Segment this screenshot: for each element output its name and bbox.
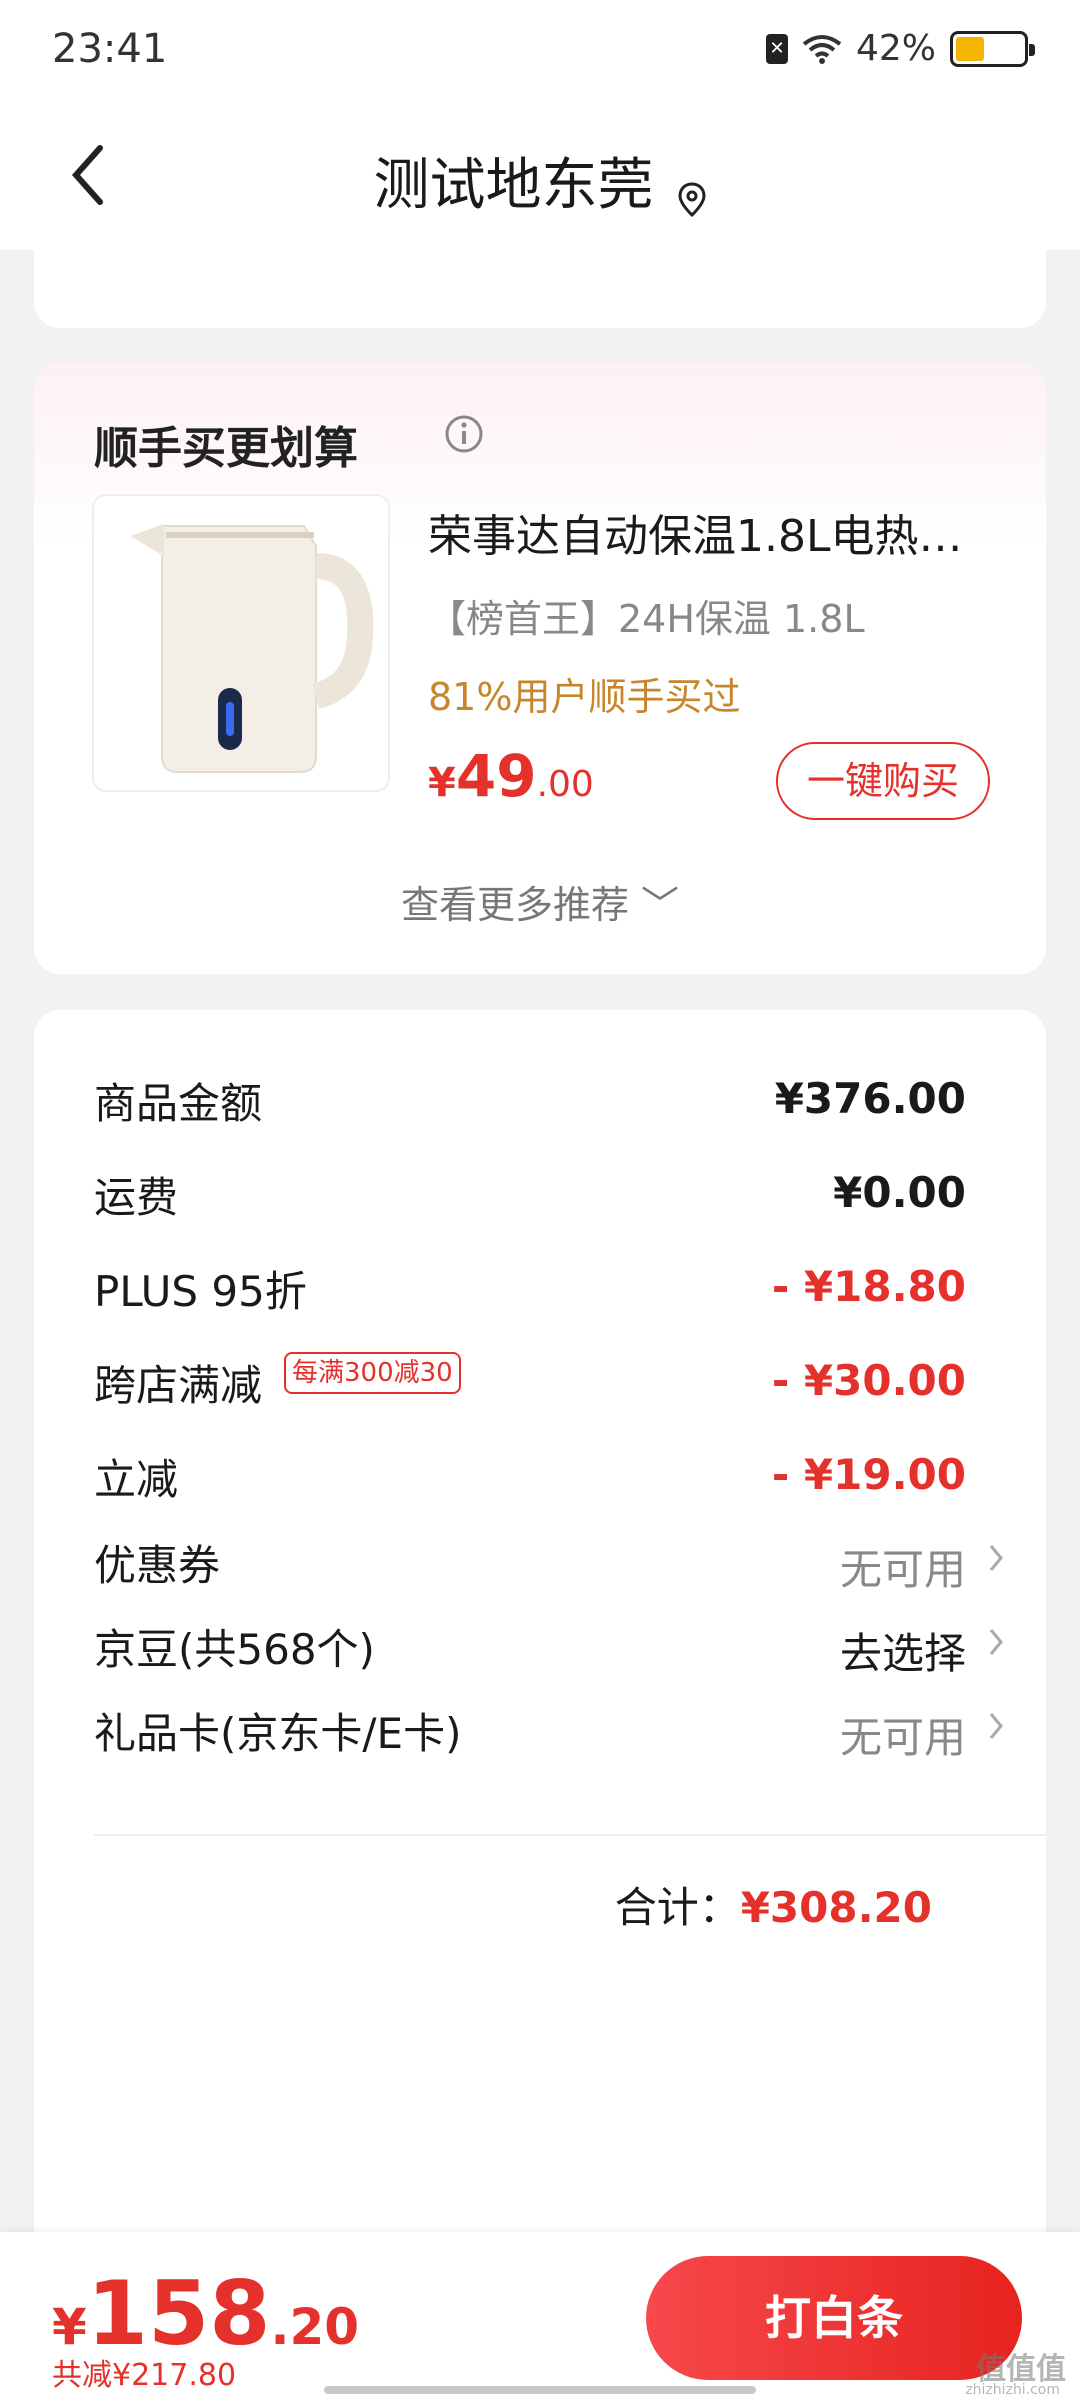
row-value: ¥376.00 [774,1074,966,1123]
row-value: - ¥18.80 [771,1262,966,1311]
product-hint: 81%用户顺手买过 [428,675,741,719]
chevron-right-icon [989,1629,1003,1655]
divider [94,1834,1046,1836]
order-summary-card: 商品金额 ¥376.00 运费 ¥0.00 PLUS 95折 - ¥18.80 … [34,1010,1046,2400]
battery-percent: 42% [855,28,936,69]
home-indicator[interactable] [324,2386,756,2394]
product-subtitle: 【榜首王】24H保温 1.8L [428,597,865,641]
status-time: 23:41 [52,26,168,72]
summary-row-gift-card[interactable]: 礼品卡(京东卡/E卡) 无可用 [94,1700,1003,1780]
recommend-card: 顺手买更划算 荣事达自动保温1.8L电热… 【榜首王】24H保温 1.8L 81… [34,362,1046,974]
location-pin-icon[interactable] [677,181,707,218]
row-value: 去选择 [839,1629,966,1678]
status-bar: 23:41 ✕ 42% [0,0,1080,100]
summary-row-jingdou[interactable]: 京豆(共568个) 去选择 [94,1616,1003,1696]
row-label: 京豆(共568个) [94,1625,375,1674]
bottom-pay-bar: ¥158.20 共减¥217.80 打白条 值值值 zhizhizhi.com [0,2232,1080,2400]
summary-row-goods-amount: 商品金额 ¥376.00 [94,1070,994,1150]
price-symbol: ¥ [428,760,456,806]
row-value: - ¥30.00 [771,1356,966,1405]
summary-row-instant-discount: 立减 - ¥19.00 [94,1446,994,1526]
previous-card [34,230,1046,328]
row-label: 商品金额 [94,1079,263,1128]
row-value: - ¥19.00 [771,1450,966,1499]
summary-row-shipping: 运费 ¥0.00 [94,1164,994,1244]
price-decimal: .00 [536,764,594,805]
row-value: 无可用 [839,1545,966,1594]
nav-title-wrap[interactable]: 测试地东莞 [0,140,1080,221]
recommend-title: 顺手买更划算 [94,423,358,474]
row-label: 跨店满减 [94,1361,263,1410]
total-label: 合计： [614,1883,741,1932]
wifi-icon [802,34,842,64]
product-image[interactable] [92,494,390,792]
battery-icon [950,30,1035,67]
chevron-right-icon [989,1545,1003,1571]
nav-bar: 测试地东莞 [0,100,1080,250]
page-title[interactable]: 测试地东莞 [373,153,653,218]
row-value: 无可用 [839,1713,966,1762]
row-label: 礼品卡(京东卡/E卡) [94,1709,462,1758]
chevron-right-icon [989,1713,1003,1739]
info-icon[interactable] [444,414,484,454]
total-value: ¥308.20 [740,1883,932,1932]
row-label: 运费 [94,1173,179,1222]
row-value: ¥0.00 [833,1168,966,1217]
one-click-buy-button[interactable]: 一键购买 [776,742,990,820]
pay-symbol: ¥ [52,2298,87,2356]
pay-decimal: .20 [270,2298,360,2356]
product-name[interactable]: 荣事达自动保温1.8L电热… [428,500,988,564]
summary-row-plus-discount: PLUS 95折 - ¥18.80 [94,1258,994,1338]
order-total: 合计：¥308.20 [615,1874,932,1935]
product-price: ¥49.00 [428,742,594,810]
summary-row-coupon[interactable]: 优惠券 无可用 [94,1532,1003,1612]
price-integer: 49 [455,742,537,810]
pay-baitiao-button[interactable]: 打白条 [646,2256,1022,2380]
total-saved: 共减¥217.80 [52,2358,237,2393]
summary-row-cross-store: 跨店满减 每满300减30 - ¥30.00 [94,1352,994,1432]
kettle-image [130,524,374,773]
row-label: 优惠券 [94,1541,221,1590]
see-more-recommendations[interactable]: 查看更多推荐 ﹀ [34,874,1046,929]
status-icons: ✕ 42% [765,28,1035,69]
sim-x-icon: ✕ [765,33,788,64]
watermark-sub: zhizhizhi.com [965,2382,1060,2398]
row-label: 立减 [94,1455,179,1504]
row-label: PLUS 95折 [94,1267,307,1316]
promo-tag: 每满300减30 [284,1352,461,1394]
